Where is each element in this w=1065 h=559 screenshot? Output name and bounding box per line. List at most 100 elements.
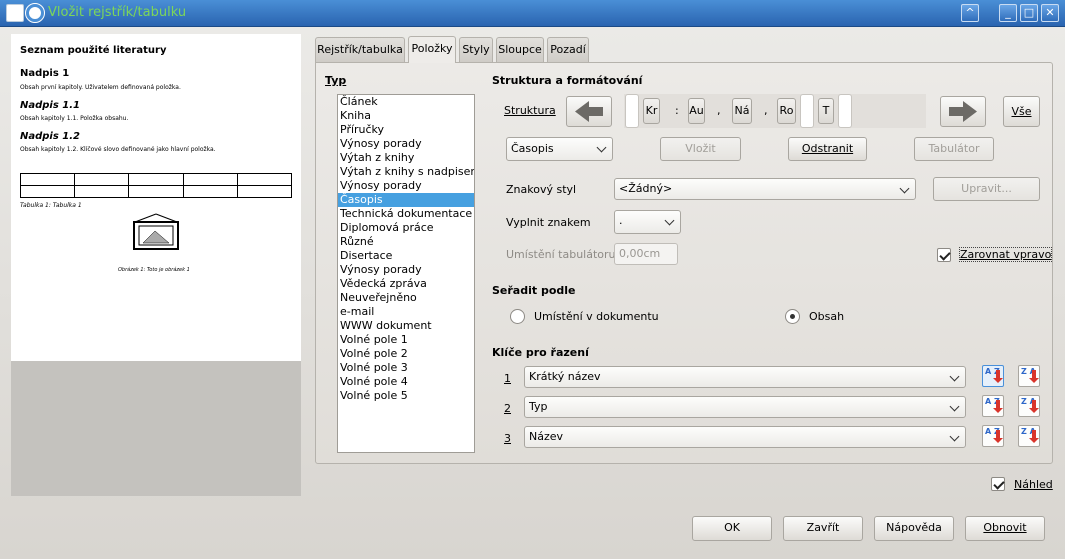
sort-key-number: 1 [504,372,511,385]
structure-token[interactable]: T [818,98,834,124]
fill-char-combo[interactable]: . [614,210,681,234]
sort-descending-button[interactable]: Z A [1018,425,1040,447]
typ-list-item[interactable]: WWW dokument [340,319,474,333]
typ-list-item[interactable]: Výtah z knihy s nadpisem [340,165,474,179]
sort-key-combo[interactable]: Krátký název [524,366,966,388]
maximize-button[interactable]: □ [1020,4,1038,22]
tab-background[interactable]: Pozadí [547,37,589,62]
typ-list-item[interactable]: Disertace [340,249,474,263]
sort-by-content-radio[interactable] [785,309,800,324]
structure-token[interactable]: Au [688,98,705,124]
preview-table-caption: Tabulka 1: Tabulka 1 [20,202,82,209]
preview-table [20,173,292,198]
help-button[interactable]: Nápověda [874,516,954,541]
ok-button[interactable]: OK [692,516,772,541]
fill-char-label: Vyplnit znakem [506,216,591,229]
typ-list-item[interactable]: Příručky [340,123,474,137]
minimize-button[interactable]: _ [999,4,1017,22]
move-left-button[interactable] [566,96,612,127]
tab-index[interactable]: Rejstřík/tabulka [315,37,405,62]
typ-list-item[interactable]: Článek [340,95,474,109]
entry-type-combo[interactable]: Časopis [506,137,613,161]
structure-separator: , [717,104,721,117]
tab-columns[interactable]: Sloupce [496,37,544,62]
remove-button[interactable]: Odstranit [788,137,867,161]
tab-stop-button[interactable]: Tabulátor [914,137,994,161]
preview-h12: Nadpis 1.2 [20,131,81,142]
minimize-icon: _ [1005,6,1011,19]
sort-descending-button[interactable]: Z A [1018,365,1040,387]
preview-h11: Nadpis 1.1 [20,100,81,111]
typ-list-item[interactable]: Vědecká zpráva [340,277,474,291]
typ-list-item[interactable]: Volné pole 2 [340,347,474,361]
preview-p1: Obsah první kapitoly. Uživatelem definov… [20,84,181,91]
tab-entries[interactable]: Položky [408,36,456,63]
typ-list-item[interactable]: Volné pole 4 [340,375,474,389]
all-button[interactable]: Vše [1003,96,1040,127]
structure-separator: : [675,104,679,117]
typ-list[interactable]: Článek Kniha Příručky Výnosy porady Výtah z … [337,94,475,453]
window-title: Vložit rejstřík/tabulku [48,5,187,20]
typ-list-item[interactable]: Volné pole 3 [340,361,474,375]
sort-ascending-button[interactable]: A Z [982,395,1004,417]
preview-checkbox[interactable] [991,477,1005,491]
preview-p11: Obsah kapitoly 1.1. Položka obsahu. [20,115,129,122]
structure-separator: , [764,104,768,117]
sort-by-position-radio[interactable] [510,309,525,324]
preview-heading: Seznam použité literatury [20,45,167,56]
title-bar: Vložit rejstřík/tabulku ^ _ □ ✕ [0,0,1065,27]
sort-descending-button[interactable]: Z A [1018,395,1040,417]
typ-list-item[interactable]: Výnosy porady [340,179,474,193]
typ-list-item[interactable]: Volné pole 1 [340,333,474,347]
sort-keys-title: Klíče pro řazení [492,346,589,359]
char-style-value: <Žádný> [619,182,673,195]
typ-list-item[interactable]: Kniha [340,109,474,123]
entry-type-value: Časopis [511,142,554,155]
structure-token[interactable]: Ro [777,98,796,124]
maximize-icon: □ [1023,6,1035,19]
sort-key-combo[interactable]: Typ [524,396,966,418]
structure-text-slot[interactable] [838,94,852,128]
typ-list-item[interactable]: Technická dokumentace [340,207,474,221]
typ-list-item[interactable]: Diplomová práce [340,221,474,235]
sort-ascending-button[interactable]: A Z [982,365,1004,387]
structure-token[interactable]: Kr [643,98,660,124]
sort-key-number: 3 [504,432,511,445]
chevron-up-icon: ^ [965,6,975,19]
typ-label: Typ [325,74,347,87]
edit-style-button[interactable]: Upravit... [933,177,1040,201]
typ-list-item[interactable]: Výnosy porady [340,137,474,151]
chevron-down-icon [664,215,675,226]
tab-position-spin[interactable]: 0,00cm [614,243,678,265]
typ-list-item[interactable]: Různé [340,235,474,249]
sort-key-value: Krátký název [529,370,601,383]
reset-button[interactable]: Obnovit [965,516,1045,541]
align-right-checkbox[interactable] [937,248,951,262]
typ-list-item[interactable]: Časopis [338,193,474,207]
arrow-left-icon [575,101,603,122]
typ-list-item[interactable]: Neuveřejněno [340,291,474,305]
move-right-button[interactable] [940,96,986,127]
structure-text-slot[interactable] [800,94,814,128]
close-button[interactable]: ✕ [1041,4,1059,22]
char-style-label: Znakový styl [506,183,577,196]
sort-ascending-button[interactable]: A Z [982,425,1004,447]
shade-button[interactable]: ^ [961,4,979,22]
preview-h1: Nadpis 1 [20,68,70,79]
structure-token[interactable]: Ná [732,98,752,124]
typ-list-item[interactable]: Výtah z knihy [340,151,474,165]
typ-list-item[interactable]: Výnosy porady [340,263,474,277]
structure-section-title: Struktura a formátování [492,74,643,87]
chevron-down-icon [949,371,960,382]
tab-styles[interactable]: Styly [459,37,493,62]
chevron-down-icon [899,183,910,194]
typ-list-item[interactable]: Volné pole 5 [340,389,474,403]
sort-key-combo[interactable]: Název [524,426,966,448]
typ-list-item[interactable]: e-mail [340,305,474,319]
close-dialog-button[interactable]: Zavřít [783,516,863,541]
char-style-combo[interactable]: <Žádný> [614,178,916,200]
align-right-label: Zarovnat vpravo [958,247,1053,262]
preview-pane: Seznam použité literatury Nadpis 1 Obsah… [11,34,301,496]
insert-button[interactable]: Vložit [660,137,741,161]
structure-text-slot[interactable] [625,94,639,128]
